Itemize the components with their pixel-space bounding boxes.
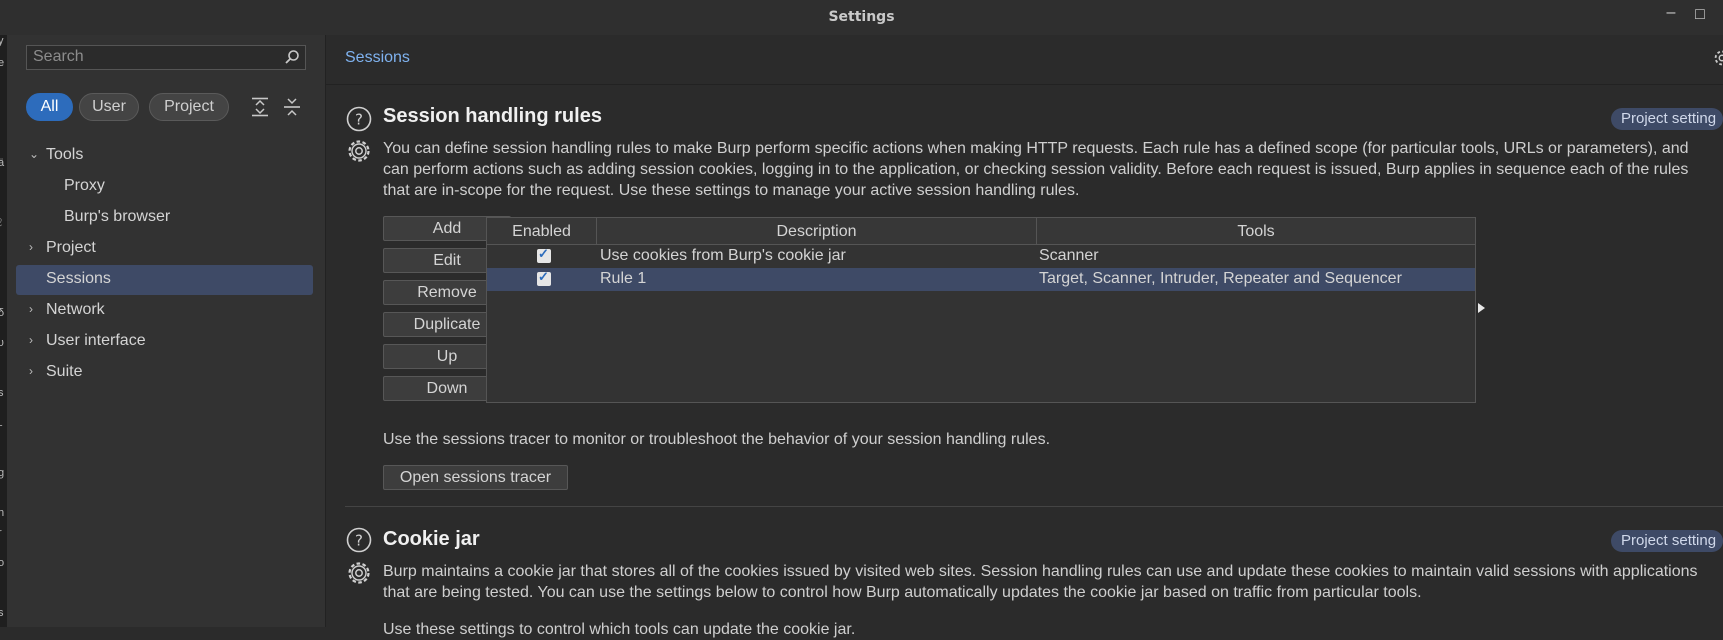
filter-project[interactable]: Project bbox=[149, 93, 229, 121]
title-bar: Settings – □ bbox=[0, 0, 1723, 35]
chevron-right-icon: › bbox=[29, 302, 33, 316]
table-row[interactable]: Use cookies from Burp's cookie jar Scann… bbox=[487, 245, 1475, 268]
search-box bbox=[26, 45, 306, 70]
triangle-right-icon bbox=[1478, 303, 1485, 313]
tree-item-burps-browser[interactable]: Burp's browser bbox=[7, 203, 325, 233]
content-header: Sessions bbox=[326, 35, 1723, 85]
cookie-jar-description: Burp maintains a cookie jar that stores … bbox=[383, 563, 1698, 601]
column-header-description[interactable]: Description bbox=[597, 218, 1037, 245]
window-title: Settings bbox=[828, 9, 895, 25]
svg-text:?: ? bbox=[355, 111, 363, 129]
chevron-right-icon: › bbox=[29, 240, 33, 254]
section-divider bbox=[345, 506, 1723, 507]
chevron-right-icon: › bbox=[29, 364, 33, 378]
filter-all[interactable]: All bbox=[26, 93, 73, 121]
breadcrumb[interactable]: Sessions bbox=[345, 49, 410, 67]
session-rules-description: You can define session handling rules to… bbox=[383, 140, 1689, 199]
enabled-checkbox[interactable] bbox=[537, 246, 551, 263]
enabled-checkbox[interactable] bbox=[537, 269, 551, 286]
tree-item-suite[interactable]: › Suite bbox=[7, 358, 325, 388]
open-sessions-tracer-button[interactable]: Open sessions tracer bbox=[383, 465, 568, 490]
expand-all-icon[interactable] bbox=[251, 97, 269, 117]
tracer-description: Use the sessions tracer to monitor or tr… bbox=[383, 431, 1051, 448]
settings-gear-icon[interactable] bbox=[346, 560, 372, 586]
settings-gear-icon[interactable] bbox=[346, 138, 372, 164]
section-title-session-rules: Session handling rules bbox=[383, 105, 602, 127]
chevron-right-icon: › bbox=[29, 333, 33, 347]
tree-item-proxy[interactable]: Proxy bbox=[7, 172, 325, 202]
svg-text:?: ? bbox=[355, 532, 363, 550]
project-setting-badge: Project setting bbox=[1611, 530, 1723, 552]
tree-item-user-interface[interactable]: › User interface bbox=[7, 327, 325, 357]
gear-icon[interactable] bbox=[1711, 47, 1723, 69]
help-icon[interactable]: ? bbox=[346, 527, 372, 553]
project-setting-badge: Project setting bbox=[1611, 108, 1723, 130]
tree-item-network[interactable]: › Network bbox=[7, 296, 325, 326]
sidebar: All User Project ⌄ Tools Proxy Burp's br… bbox=[7, 35, 326, 627]
section-title-cookie-jar: Cookie jar bbox=[383, 528, 480, 550]
tree-item-project[interactable]: › Project bbox=[7, 234, 325, 264]
session-rules-table: Enabled Description Tools Use cookies fr… bbox=[486, 217, 1476, 403]
search-icon[interactable] bbox=[284, 49, 300, 65]
table-row[interactable]: Rule 1 Target, Scanner, Intruder, Repeat… bbox=[487, 268, 1475, 291]
maximize-button[interactable]: □ bbox=[1694, 6, 1706, 24]
tree-item-sessions[interactable]: Sessions bbox=[16, 265, 313, 295]
background-window-edge: yeäℓδʋsʟghros bbox=[0, 35, 7, 627]
column-header-enabled[interactable]: Enabled bbox=[487, 218, 597, 245]
cookie-jar-partial-text: Use these settings to control which tool… bbox=[383, 621, 856, 638]
chevron-down-icon: ⌄ bbox=[29, 147, 40, 161]
filter-user[interactable]: User bbox=[79, 93, 139, 121]
search-input[interactable] bbox=[33, 48, 273, 66]
column-header-tools[interactable]: Tools bbox=[1037, 218, 1475, 245]
collapse-all-icon[interactable] bbox=[283, 97, 301, 117]
help-icon[interactable]: ? bbox=[346, 106, 372, 132]
tree-item-tools[interactable]: ⌄ Tools bbox=[7, 141, 325, 171]
minimize-button[interactable]: – bbox=[1664, 4, 1678, 22]
